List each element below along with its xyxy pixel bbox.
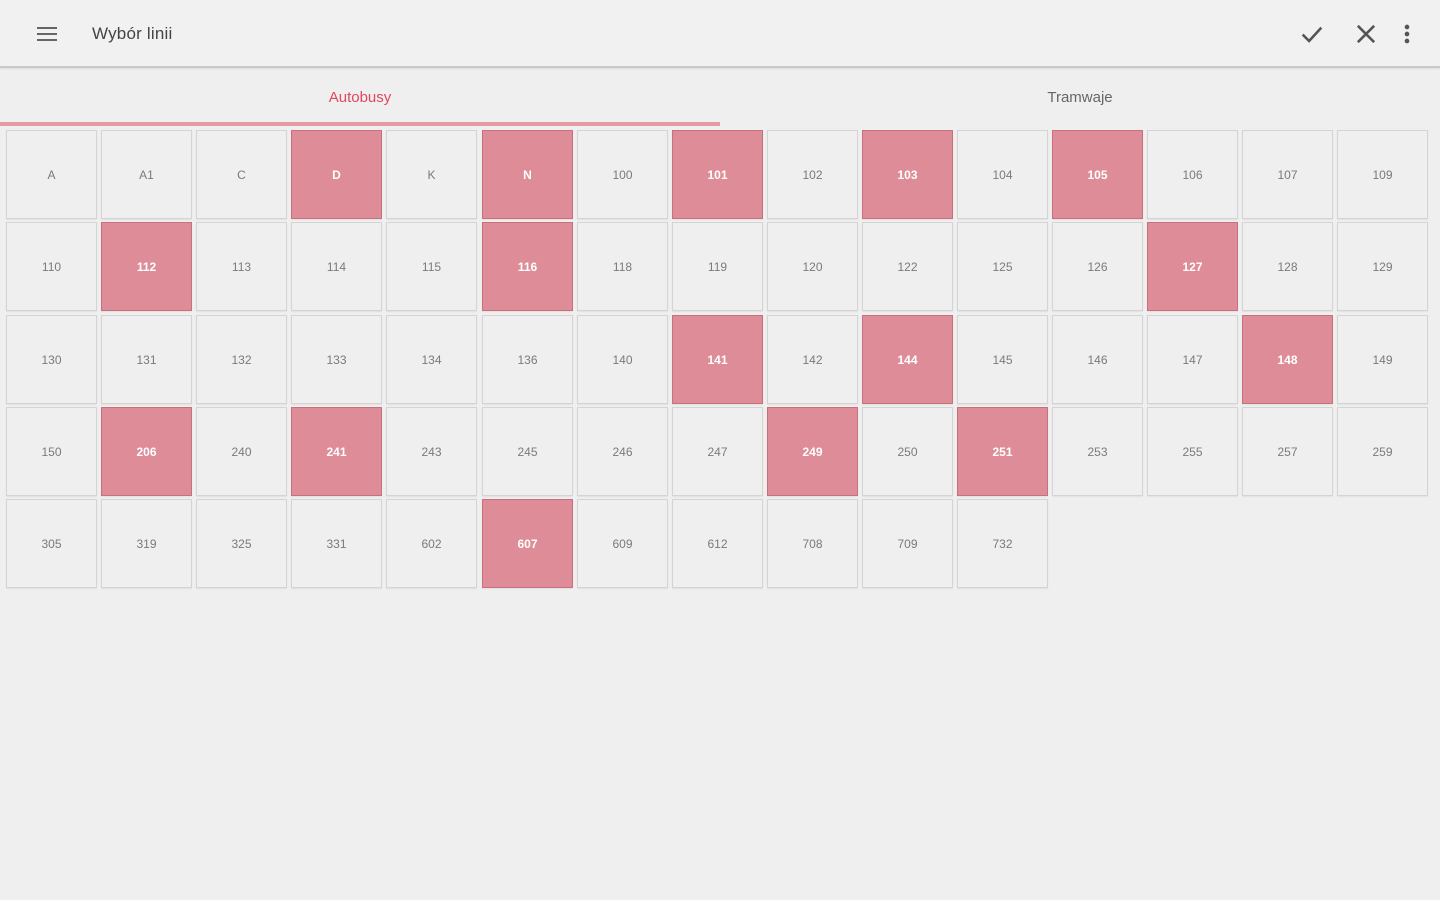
line-button[interactable]: 141 — [672, 315, 763, 404]
line-button[interactable]: 134 — [386, 315, 477, 404]
line-button[interactable]: 129 — [1337, 222, 1428, 311]
line-button[interactable]: 602 — [386, 499, 477, 588]
line-button[interactable]: 148 — [1242, 315, 1333, 404]
line-button[interactable]: 708 — [767, 499, 858, 588]
line-button[interactable]: 305 — [6, 499, 97, 588]
line-button[interactable]: 150 — [6, 407, 97, 496]
tab-autobusy[interactable]: Autobusy — [0, 70, 720, 126]
line-button[interactable]: 133 — [291, 315, 382, 404]
line-button[interactable]: A — [6, 130, 97, 219]
line-button[interactable]: K — [386, 130, 477, 219]
line-button[interactable]: 116 — [482, 222, 573, 311]
line-button[interactable]: 732 — [957, 499, 1048, 588]
active-tab-indicator — [0, 122, 720, 126]
line-button[interactable]: 104 — [957, 130, 1048, 219]
line-button[interactable]: 257 — [1242, 407, 1333, 496]
line-button[interactable]: 106 — [1147, 130, 1238, 219]
line-button[interactable]: 251 — [957, 407, 1048, 496]
line-button[interactable]: 325 — [196, 499, 287, 588]
line-button[interactable]: 259 — [1337, 407, 1428, 496]
line-button[interactable]: 115 — [386, 222, 477, 311]
line-button[interactable]: 246 — [577, 407, 668, 496]
line-button[interactable]: 240 — [196, 407, 287, 496]
line-button[interactable]: 125 — [957, 222, 1048, 311]
line-button[interactable]: 100 — [577, 130, 668, 219]
tab-tramwaje[interactable]: Tramwaje — [720, 70, 1440, 126]
check-icon[interactable] — [1298, 20, 1326, 48]
line-button[interactable]: 243 — [386, 407, 477, 496]
line-button[interactable]: 319 — [101, 499, 192, 588]
line-button[interactable]: 110 — [6, 222, 97, 311]
line-button[interactable]: 146 — [1052, 315, 1143, 404]
line-button[interactable]: 120 — [767, 222, 858, 311]
line-button[interactable]: 113 — [196, 222, 287, 311]
line-button[interactable]: 149 — [1337, 315, 1428, 404]
line-button[interactable]: 132 — [196, 315, 287, 404]
app-bar: Wybór linii — [0, 0, 1440, 68]
line-button[interactable]: 245 — [482, 407, 573, 496]
line-button[interactable]: 331 — [291, 499, 382, 588]
line-button[interactable]: 112 — [101, 222, 192, 311]
line-button[interactable]: 103 — [862, 130, 953, 219]
line-button[interactable]: 128 — [1242, 222, 1333, 311]
line-button[interactable]: 253 — [1052, 407, 1143, 496]
line-button[interactable]: 142 — [767, 315, 858, 404]
line-button[interactable]: 612 — [672, 499, 763, 588]
line-button[interactable]: 119 — [672, 222, 763, 311]
line-button[interactable]: 144 — [862, 315, 953, 404]
more-vert-icon[interactable] — [1400, 20, 1414, 48]
line-button[interactable]: 130 — [6, 315, 97, 404]
line-button[interactable]: D — [291, 130, 382, 219]
line-button[interactable]: 102 — [767, 130, 858, 219]
line-button[interactable]: 114 — [291, 222, 382, 311]
page-title: Wybór linii — [92, 24, 173, 43]
line-button[interactable]: 105 — [1052, 130, 1143, 219]
line-button[interactable]: 126 — [1052, 222, 1143, 311]
line-button[interactable]: A1 — [101, 130, 192, 219]
line-button[interactable]: 206 — [101, 407, 192, 496]
line-button[interactable]: 140 — [577, 315, 668, 404]
line-button[interactable]: 709 — [862, 499, 953, 588]
menu-icon[interactable] — [34, 22, 60, 46]
line-button[interactable]: 145 — [957, 315, 1048, 404]
line-button[interactable]: 136 — [482, 315, 573, 404]
line-button[interactable]: 109 — [1337, 130, 1428, 219]
tab-bar: Autobusy Tramwaje — [0, 70, 1440, 126]
line-button[interactable]: 107 — [1242, 130, 1333, 219]
line-button[interactable]: 101 — [672, 130, 763, 219]
line-button[interactable]: N — [482, 130, 573, 219]
line-button[interactable]: 127 — [1147, 222, 1238, 311]
line-button[interactable]: 122 — [862, 222, 953, 311]
line-button[interactable]: 147 — [1147, 315, 1238, 404]
line-button[interactable]: 255 — [1147, 407, 1238, 496]
line-button[interactable]: 247 — [672, 407, 763, 496]
line-button[interactable]: C — [196, 130, 287, 219]
line-button[interactable]: 607 — [482, 499, 573, 588]
line-button[interactable]: 118 — [577, 222, 668, 311]
line-button[interactable]: 131 — [101, 315, 192, 404]
line-button[interactable]: 250 — [862, 407, 953, 496]
line-button[interactable]: 249 — [767, 407, 858, 496]
line-button[interactable]: 241 — [291, 407, 382, 496]
line-button[interactable]: 609 — [577, 499, 668, 588]
close-icon[interactable] — [1352, 20, 1380, 48]
